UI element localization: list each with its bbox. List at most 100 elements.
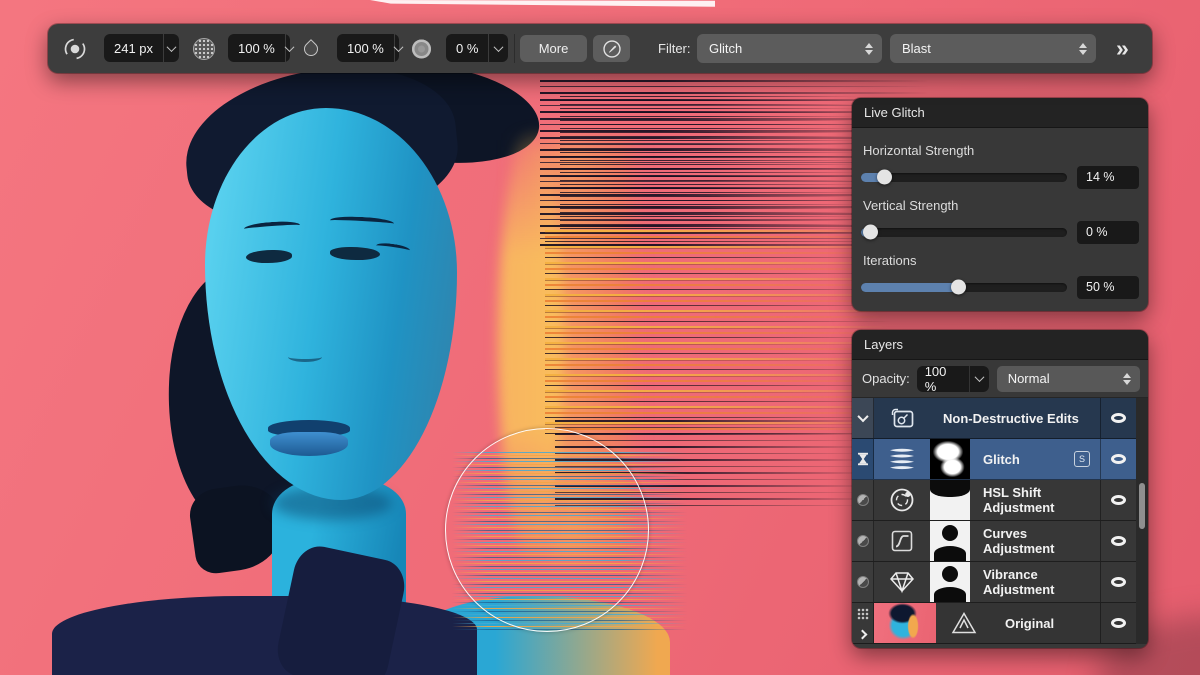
iterations-value-field[interactable]: 50 % [1077,276,1139,299]
brush-width-dropdown[interactable] [163,34,179,62]
layer-mask-thumbnail[interactable] [930,480,970,520]
layer-row-non-destructive-edits[interactable]: Non-Destructive Edits [852,398,1136,439]
group-collapse-toggle[interactable] [852,398,874,438]
hardness-dropdown[interactable] [488,34,508,62]
layers-title: Layers [864,337,903,352]
toolbar-separator [514,34,515,63]
layer-visibility-toggle[interactable] [1100,480,1136,520]
layers-scrollbar-track[interactable] [1136,398,1148,644]
more-button[interactable]: More [520,35,587,62]
brush-width-value: 241 px [104,41,163,56]
live-glitch-title: Live Glitch [864,105,925,120]
vertical-strength-label: Vertical Strength [863,198,1137,213]
brush-width-field[interactable]: 241 px [104,34,179,62]
brush-settings-button[interactable] [593,35,630,62]
half-circle-icon [857,494,869,506]
eye-icon [1111,454,1126,464]
slider-thumb[interactable] [951,280,966,295]
layer-mask-thumbnail[interactable] [930,439,970,479]
flow-icon [304,42,318,56]
flow-field[interactable]: 100 % [337,34,399,62]
layers-opacity-dropdown[interactable] [969,366,989,392]
layers-scrollbar-thumb[interactable] [1139,483,1145,529]
flow-dropdown[interactable] [394,34,402,62]
checkerboard-icon [857,608,869,620]
layer-visibility-toggle[interactable] [1100,603,1136,643]
hardness-value: 0 % [446,41,488,56]
flow-value: 100 % [337,41,394,56]
layers-panel: Layers Opacity: 100 % Normal [852,330,1148,648]
layer-visibility-toggle[interactable] [1100,562,1136,602]
half-circle-icon [857,535,869,547]
layer-mask-thumbnail[interactable] [930,521,970,561]
layer-edit-state[interactable] [852,562,874,602]
hsl-adjustment-icon [874,480,930,520]
vector-triangle-icon [936,603,992,643]
half-circle-icon [857,576,869,588]
live-glitch-panel-header[interactable]: Live Glitch [852,98,1148,128]
layer-row-glitch[interactable]: Glitch S [852,439,1136,480]
layer-name: Vibrance Adjustment [970,562,1100,602]
layer-edit-state[interactable] [852,521,874,561]
slider-thumb[interactable] [863,225,878,240]
eye-icon [1111,413,1126,423]
app-window: 241 px 100 % 100 % 0 % More [0,0,1200,675]
layers-controls-row: Opacity: 100 % Normal [852,360,1148,398]
filter-type-value: Blast [890,41,931,56]
iterations-label: Iterations [863,253,1137,268]
updown-chevrons-icon [1123,373,1131,385]
layers-panel-header[interactable]: Layers [852,330,1148,360]
brush-cursor-circle [445,428,649,632]
brush-width-icon [62,36,88,62]
layer-visibility-toggle[interactable] [1100,439,1136,479]
portrait-garment [52,596,477,675]
filter-type-select[interactable]: Blast [890,34,1096,63]
layers-opacity-value: 100 % [917,364,969,394]
eye-icon [1111,577,1126,587]
layer-edit-state[interactable] [852,439,874,479]
layer-mask-thumbnail[interactable] [930,562,970,602]
hourglass-icon [857,452,869,466]
opacity-icon [193,38,215,60]
vertical-strength-value-field[interactable]: 0 % [1077,221,1139,244]
eye-icon [1111,495,1126,505]
layers-opacity-field[interactable]: 100 % [917,366,989,392]
layer-name: Curves Adjustment [970,521,1100,561]
toolbar-expand-icon[interactable]: » [1116,24,1129,73]
opacity-dropdown[interactable] [285,34,293,62]
layer-row-vibrance[interactable]: Vibrance Adjustment [852,562,1136,603]
layer-name: HSL Shift Adjustment [970,480,1100,520]
live-filter-stack-icon [874,439,930,479]
layer-visibility-toggle[interactable] [1100,521,1136,561]
hardness-field[interactable]: 0 % [446,34,508,62]
portrait-neck [272,480,406,650]
chevron-right-icon[interactable] [858,630,868,640]
layer-name: Glitch [983,452,1020,467]
slider-thumb[interactable] [877,170,892,185]
vertical-strength-slider[interactable] [861,228,1067,237]
horizontal-strength-value-field[interactable]: 14 % [1077,166,1139,189]
hardness-icon [412,39,431,58]
blend-mode-select[interactable]: Normal [997,366,1140,392]
updown-chevrons-icon [1079,43,1087,55]
horizontal-strength-label: Horizontal Strength [863,143,1137,158]
layer-row-curves[interactable]: Curves Adjustment [852,521,1136,562]
layer-edit-state[interactable] [852,603,874,643]
layer-row-hsl-shift[interactable]: HSL Shift Adjustment [852,480,1136,521]
horizontal-strength-slider[interactable] [861,173,1067,182]
layers-opacity-label: Opacity: [862,371,910,386]
filter-category-select[interactable]: Glitch [697,34,882,63]
iterations-slider[interactable] [861,283,1067,292]
canvas-edge-highlight [370,0,715,8]
layer-row-original[interactable]: Original [852,603,1136,644]
layer-edit-state[interactable] [852,480,874,520]
live-filter-badge: S [1074,451,1090,467]
layer-visibility-toggle[interactable] [1100,398,1136,438]
curves-adjustment-icon [874,521,930,561]
blend-mode-value: Normal [997,371,1050,386]
glitch-streaks-gold [545,230,905,435]
chevron-down-icon [857,411,868,422]
layer-photo-thumbnail[interactable] [874,603,936,643]
opacity-field[interactable]: 100 % [228,34,290,62]
filter-category-value: Glitch [697,41,742,56]
